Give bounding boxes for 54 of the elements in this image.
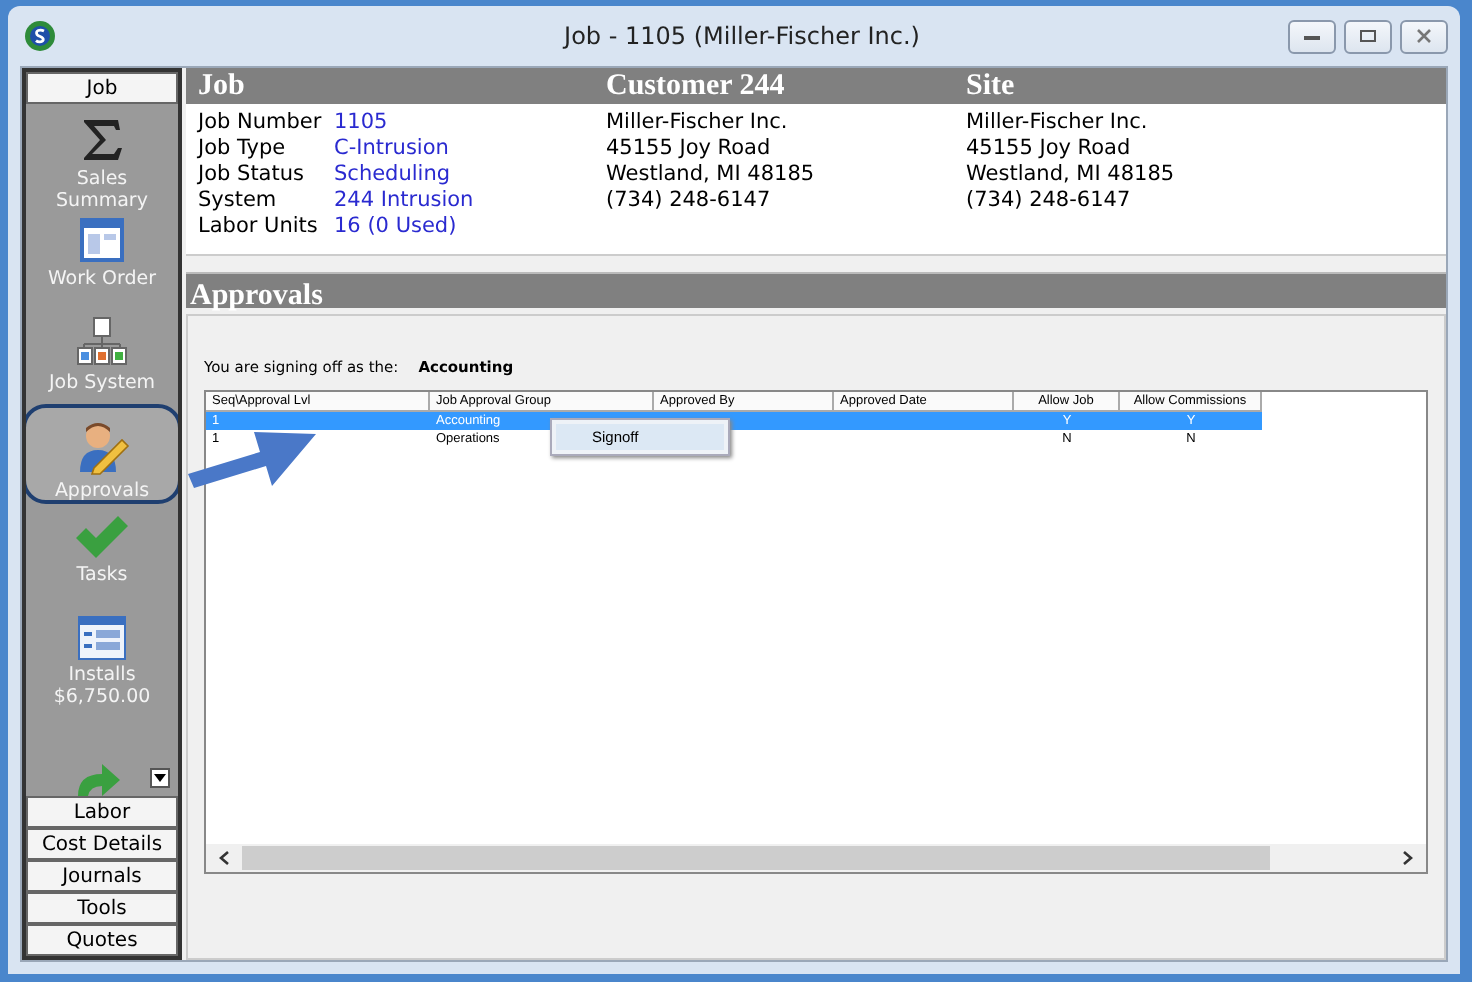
scroll-right-icon[interactable]	[1402, 850, 1414, 866]
field-label: Job Number	[198, 110, 322, 136]
address-line: Miller-Fischer Inc.	[606, 110, 788, 136]
item-label: Installs	[66, 664, 138, 686]
maximize-button[interactable]	[1344, 19, 1392, 53]
hierarchy-icon	[76, 316, 128, 368]
field-value: C-Intrusion	[334, 136, 449, 162]
address-line: Miller-Fischer Inc.	[966, 110, 1148, 136]
nav-button[interactable]: Tools	[26, 892, 178, 924]
field-value: 1105	[334, 110, 388, 136]
address-line: 45155 Joy Road	[966, 136, 1131, 162]
address-line: 45155 Joy Road	[606, 136, 771, 162]
checkmark-icon	[74, 516, 130, 560]
horizontal-scrollbar[interactable]	[206, 844, 1426, 872]
minimize-button[interactable]	[1288, 19, 1336, 53]
nav-button[interactable]: Quotes	[26, 924, 178, 956]
close-icon	[1414, 28, 1434, 44]
close-button[interactable]	[1400, 19, 1448, 53]
address-line: Westland, MI 48185	[606, 162, 815, 188]
section-title: Approvals	[188, 280, 323, 312]
item-label: Work Order	[45, 268, 159, 290]
nav-button[interactable]: Journals	[26, 860, 178, 892]
item-label: Job System	[46, 372, 158, 394]
item-label: Approvals	[52, 480, 152, 502]
person-pencil-icon	[74, 420, 130, 476]
nav-button[interactable]: Cost Details	[26, 828, 178, 860]
address-line: (734) 248-6147	[606, 188, 771, 214]
job-tab[interactable]: Job	[26, 72, 178, 104]
item-amount: $6,750.00	[51, 686, 153, 708]
item-label: Sales Summary	[54, 168, 150, 212]
dropdown-button[interactable]	[150, 768, 170, 788]
scroll-left-icon[interactable]	[218, 850, 230, 866]
form-window-icon	[78, 216, 126, 264]
section-heading: Site	[966, 68, 1015, 104]
maximize-icon	[1358, 28, 1378, 44]
item-label: Tasks	[74, 564, 130, 586]
address-line: (734) 248-6147	[966, 188, 1131, 214]
field-label: Labor Units	[198, 214, 318, 240]
scrollbar-thumb[interactable]	[242, 846, 1270, 870]
section-heading: Job	[198, 68, 247, 104]
address-line: Westland, MI 48185	[966, 162, 1175, 188]
app-logo-icon	[24, 20, 56, 52]
sigma-icon	[80, 116, 124, 164]
field-value: 244 Intrusion	[334, 188, 474, 214]
field-value: 16 (0 Used)	[334, 214, 457, 240]
minimize-icon	[1302, 30, 1322, 42]
list-icon	[78, 616, 126, 660]
section-heading: Customer 244	[606, 68, 787, 104]
field-value: Scheduling	[334, 162, 451, 188]
nav-button[interactable]: Labor	[26, 796, 178, 828]
window-title: Job - 1105 (Miller-Fischer Inc.)	[560, 22, 922, 50]
field-label: System	[198, 188, 277, 214]
field-label: Job Status	[198, 162, 304, 188]
field-label: Job Type	[198, 136, 286, 162]
